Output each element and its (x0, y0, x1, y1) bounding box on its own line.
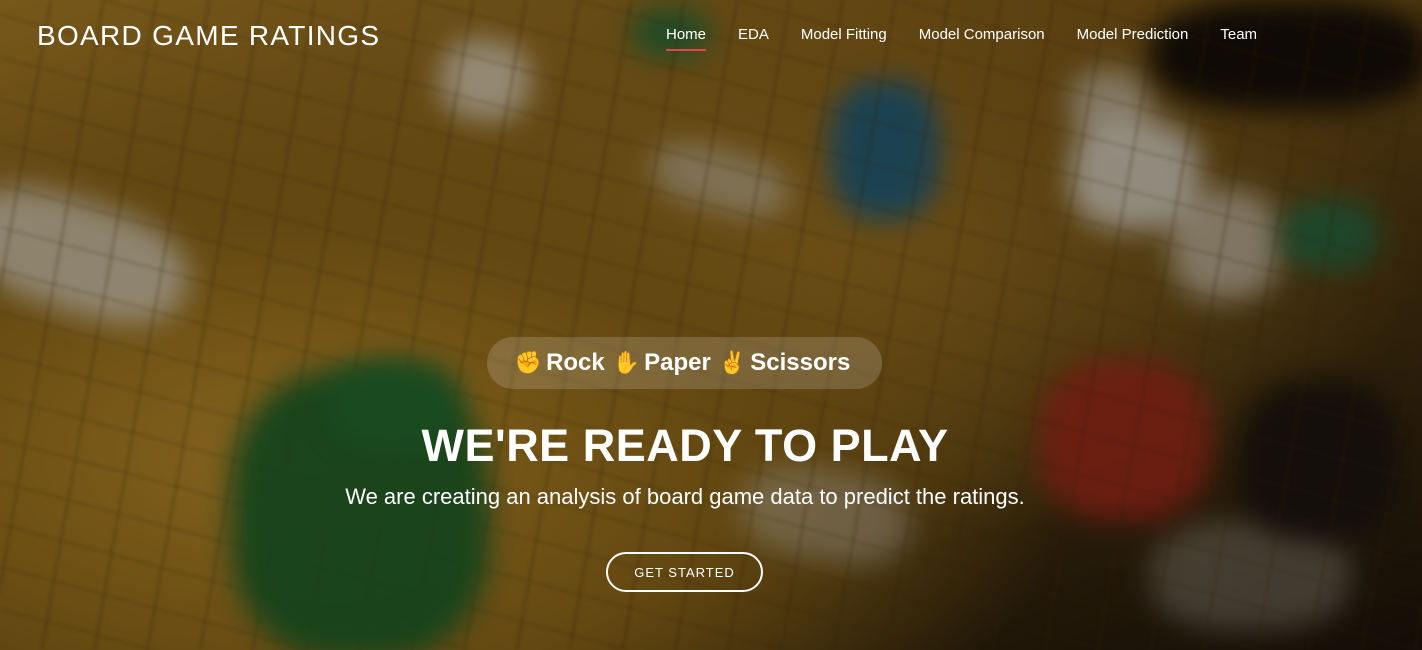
tagline-paper: Paper (644, 349, 711, 376)
hand-paper-icon: ✋ (612, 350, 641, 375)
tagline-scissors: Scissors (750, 349, 851, 376)
hand-scissors-icon: ✌ (718, 350, 747, 375)
hero-title: WE'RE READY TO PLAY (421, 420, 949, 471)
tagline-rock: Rock (546, 349, 605, 376)
hand-rock-icon: ✊ (514, 350, 543, 375)
get-started-button[interactable]: GET STARTED (606, 552, 763, 592)
tagline-pill: ✊ Rock ✋ Paper ✌ Scissors (487, 337, 882, 389)
hero-section: ✊ Rock ✋ Paper ✌ Scissors WE'RE READY TO… (0, 0, 1422, 650)
hero-subtitle: We are creating an analysis of board gam… (345, 484, 1025, 509)
